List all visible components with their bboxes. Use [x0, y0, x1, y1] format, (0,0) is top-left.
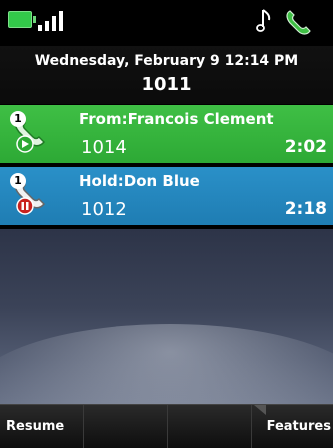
call-title: From:Francois Clement	[79, 110, 274, 128]
date-time-label: Wednesday, February 9 12:14 PM	[34, 53, 299, 69]
features-softkey[interactable]: Features	[252, 405, 333, 448]
call-row-hold[interactable]: 1 Hold:Don Blue 1012 2:18	[0, 167, 333, 225]
signal-strength-icon	[38, 11, 70, 31]
call-number: 1012	[81, 199, 127, 220]
call-number: 1014	[81, 137, 127, 158]
music-note-icon	[256, 9, 271, 32]
resume-softkey[interactable]: Resume	[0, 405, 84, 448]
handset-icon	[286, 10, 311, 35]
call-duration: 2:02	[284, 137, 327, 157]
wallpaper-background	[0, 229, 333, 404]
softkey-3[interactable]	[168, 405, 252, 448]
call-row-active[interactable]: 1 From:Francois Clement 1014 2:02	[0, 105, 333, 163]
call-title: Hold:Don Blue	[79, 172, 200, 190]
call-count-badge: 1	[10, 111, 26, 127]
battery-icon	[8, 11, 36, 28]
status-bar	[0, 0, 333, 46]
call-count-badge: 1	[10, 173, 26, 189]
softkey-2[interactable]	[84, 405, 168, 448]
line-number-label: 1011	[141, 74, 192, 95]
call-duration: 2:18	[284, 199, 327, 219]
phone-screen: Wednesday, February 9 12:14 PM 1011 1 Fr…	[0, 0, 333, 448]
call-header: Wednesday, February 9 12:14 PM 1011	[0, 46, 333, 104]
softkey-bar: Resume Features	[0, 404, 333, 448]
